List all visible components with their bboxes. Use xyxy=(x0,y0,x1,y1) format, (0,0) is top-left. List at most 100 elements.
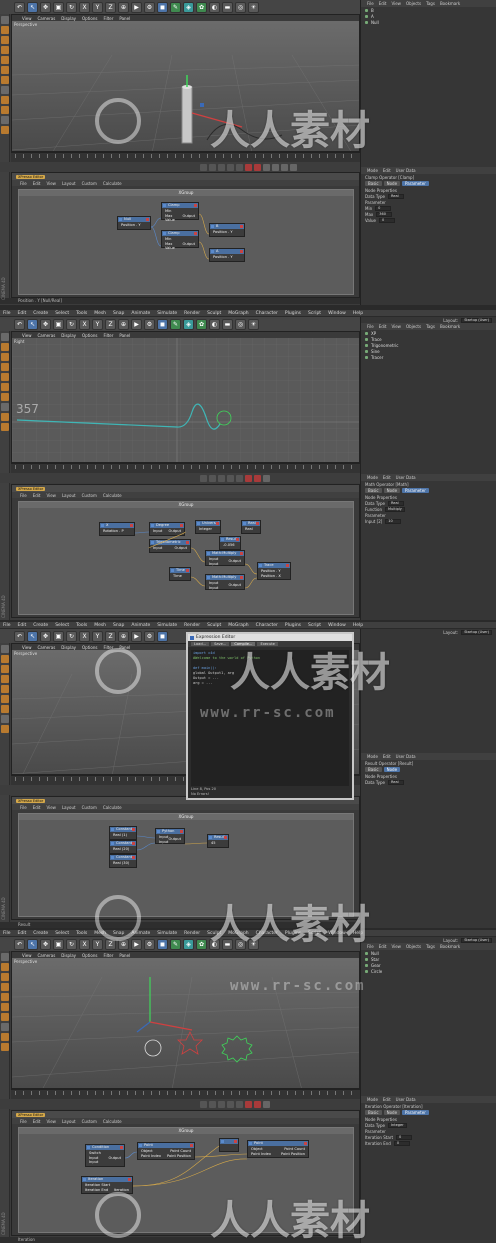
model-mode-icon[interactable] xyxy=(0,343,9,351)
tab-parameter[interactable]: Parameter xyxy=(402,1110,429,1115)
menu-animate[interactable]: Animate xyxy=(131,311,150,316)
tweak-icon[interactable] xyxy=(0,1033,9,1041)
texture-mode-icon[interactable] xyxy=(0,973,9,981)
move-icon[interactable]: ✥ xyxy=(40,1,51,13)
node-real[interactable]: Real Real xyxy=(241,520,261,534)
menu-file[interactable]: File xyxy=(3,931,11,936)
rotate-icon[interactable]: ↻ xyxy=(66,630,77,642)
goto-end-icon[interactable] xyxy=(236,1100,243,1108)
render-settings-icon[interactable]: ⚙ xyxy=(144,630,155,642)
menu-select[interactable]: Select xyxy=(55,623,69,628)
node-math-2[interactable]: Math:Multiply Input Input Output xyxy=(205,574,245,590)
rotate-icon[interactable]: ↻ xyxy=(66,318,77,330)
obj-menu-bookmark[interactable]: Bookmark xyxy=(440,324,460,329)
z-axis-icon[interactable]: Z xyxy=(105,1,116,13)
menu-create[interactable]: Create xyxy=(33,931,48,936)
timeline[interactable] xyxy=(11,463,360,473)
node-degree[interactable]: Degree Input Output xyxy=(149,522,185,536)
menu-create[interactable]: Create xyxy=(33,311,48,316)
obj-menu-file[interactable]: File xyxy=(367,944,374,949)
prev-frame-icon[interactable] xyxy=(209,1100,216,1108)
menu-script[interactable]: Script xyxy=(308,311,321,316)
obj-menu-view[interactable]: View xyxy=(391,1,401,6)
attr-menu-edit[interactable]: Edit xyxy=(383,754,391,759)
xp-menu-file[interactable]: File xyxy=(20,181,27,186)
live-selection-icon[interactable]: ↖ xyxy=(27,318,38,330)
cloner-icon[interactable]: ✿ xyxy=(196,318,207,330)
port[interactable]: Output xyxy=(175,546,187,551)
subdivision-icon[interactable]: ◈ xyxy=(183,1,194,13)
code-editor[interactable]: import c4d #Welcome to the world of Pyth… xyxy=(191,650,349,786)
attr-menu-userdata[interactable]: User Data xyxy=(396,1097,416,1102)
goto-start-icon[interactable] xyxy=(200,474,207,482)
points-mode-icon[interactable] xyxy=(0,373,9,381)
menu-animate[interactable]: Animate xyxy=(131,623,150,628)
points-mode-icon[interactable] xyxy=(0,56,9,64)
menu-window[interactable]: Window xyxy=(328,623,346,628)
xp-menu-custom[interactable]: Custom xyxy=(82,493,97,498)
tab-parameter[interactable]: Parameter xyxy=(402,488,429,493)
node-python[interactable]: Python Input Input Output xyxy=(155,828,185,844)
node-universal[interactable]: Universal Integer xyxy=(195,520,221,534)
xp-menu-calculate[interactable]: Calculate xyxy=(103,181,122,186)
load-button[interactable]: Load... xyxy=(191,642,210,646)
tab-node[interactable]: Node xyxy=(383,1110,401,1115)
xp-menu-edit[interactable]: Edit xyxy=(33,181,41,186)
menu-window[interactable]: Window xyxy=(328,931,346,936)
play-icon[interactable] xyxy=(218,1100,225,1108)
make-editable-icon[interactable] xyxy=(0,333,9,341)
obj-menu-edit[interactable]: Edit xyxy=(379,1,387,6)
xp-menu-file[interactable]: File xyxy=(20,1119,27,1124)
port[interactable]: Position . X xyxy=(261,574,287,579)
xp-menu-custom[interactable]: Custom xyxy=(82,181,97,186)
menu-character[interactable]: Character xyxy=(256,931,278,936)
coord-icon[interactable]: ⊕ xyxy=(118,630,129,642)
move-icon[interactable]: ✥ xyxy=(40,318,51,330)
xp-menu-calculate[interactable]: Calculate xyxy=(103,1119,122,1124)
obj-menu-edit[interactable]: Edit xyxy=(379,324,387,329)
menu-help[interactable]: Help xyxy=(353,623,363,628)
tab-basic[interactable]: Basic xyxy=(365,181,382,186)
light-icon[interactable]: ☀ xyxy=(248,318,259,330)
xp-menu-calculate[interactable]: Calculate xyxy=(103,493,122,498)
port[interactable]: Value xyxy=(165,246,195,251)
xp-menu-view[interactable]: View xyxy=(46,805,56,810)
floor-icon[interactable]: ▬ xyxy=(222,1,233,13)
node-result[interactable]: Result 45 xyxy=(207,834,229,848)
obj-menu-edit[interactable]: Edit xyxy=(379,944,387,949)
node-point-1[interactable]: Point Object Point Count Point Index Poi… xyxy=(137,1142,195,1160)
menu-help[interactable]: Help xyxy=(353,931,363,936)
prev-frame-icon[interactable] xyxy=(209,474,216,482)
menu-select[interactable]: Select xyxy=(55,311,69,316)
play-icon[interactable] xyxy=(218,474,225,482)
points-mode-icon[interactable] xyxy=(0,993,9,1001)
pen-icon[interactable]: ✎ xyxy=(170,318,181,330)
node-x[interactable]: X Rotation . P xyxy=(99,522,135,536)
deformer-icon[interactable]: ◐ xyxy=(209,1,220,13)
menu-edit[interactable]: Edit xyxy=(18,931,27,936)
menu-file[interactable]: File xyxy=(3,311,11,316)
menu-file[interactable]: File xyxy=(3,623,11,628)
undo-icon[interactable]: ↶ xyxy=(14,630,25,642)
menu-plugins[interactable]: Plugins xyxy=(285,931,301,936)
move-icon[interactable]: ✥ xyxy=(40,630,51,642)
iteration-start-field[interactable]: 0 xyxy=(396,1134,413,1140)
menu-mesh[interactable]: Mesh xyxy=(94,931,106,936)
prev-frame-icon[interactable] xyxy=(209,163,216,171)
obj-menu-bookmark[interactable]: Bookmark xyxy=(440,1,460,6)
y-axis-icon[interactable]: Y xyxy=(92,1,103,13)
x-axis-icon[interactable]: X xyxy=(79,318,90,330)
port[interactable]: Point Index xyxy=(141,1154,166,1159)
node-trig[interactable]: Trigonometric Input Output xyxy=(149,539,191,553)
node-clamp-1[interactable]: Clamp Min Max Value Output xyxy=(161,202,199,222)
polygons-mode-icon[interactable] xyxy=(0,393,9,401)
port[interactable]: 45 xyxy=(211,841,225,846)
snap-icon[interactable] xyxy=(0,1043,9,1051)
workplane-icon[interactable] xyxy=(0,363,9,371)
camera-icon[interactable]: ◎ xyxy=(235,938,246,950)
tab-node[interactable]: Node xyxy=(383,488,401,493)
deformer-icon[interactable]: ◐ xyxy=(209,318,220,330)
render-view-icon[interactable]: ▶ xyxy=(131,318,142,330)
xp-menu-edit[interactable]: Edit xyxy=(33,1119,41,1124)
xp-menu-custom[interactable]: Custom xyxy=(82,805,97,810)
